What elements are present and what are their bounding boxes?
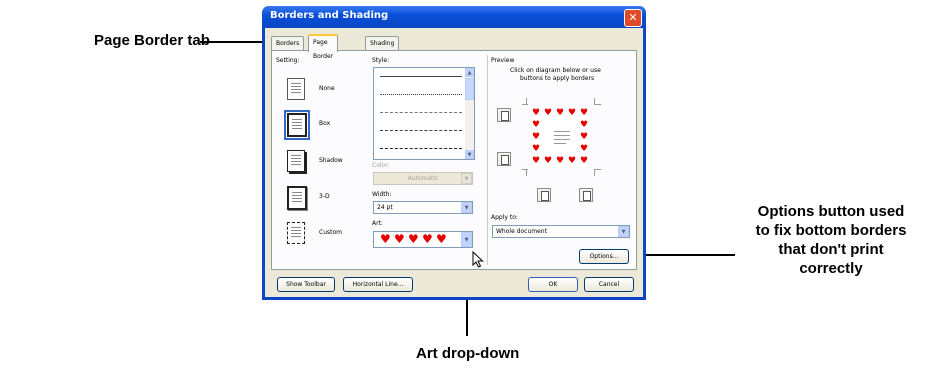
annotation-options-line2: to fix bottom borders bbox=[755, 222, 907, 239]
preview-divider bbox=[487, 55, 488, 265]
style-scrollbar[interactable]: ▲ ▼ bbox=[465, 68, 474, 159]
preview-hint-line1: Click on diagram below or use bbox=[510, 67, 601, 74]
heart-icon: ♥ bbox=[422, 232, 433, 246]
chevron-down-icon[interactable]: ▼ bbox=[618, 226, 629, 237]
tab-borders[interactable]: Borders bbox=[271, 36, 305, 51]
heart-icon: ♥ bbox=[580, 120, 589, 130]
heart-icon: ♥ bbox=[544, 156, 553, 166]
setting-custom-icon[interactable] bbox=[287, 222, 305, 244]
annotation-art-dropdown: Art drop-down bbox=[416, 345, 520, 362]
setting-custom-label[interactable]: Custom bbox=[319, 229, 342, 236]
setting-label: Setting: bbox=[276, 57, 300, 64]
apply-to-value: Whole document bbox=[496, 228, 547, 235]
color-label: Color: bbox=[372, 162, 390, 169]
style-label: Style: bbox=[372, 57, 390, 64]
chevron-down-icon[interactable]: ▼ bbox=[461, 232, 472, 247]
right-border-button[interactable] bbox=[579, 188, 593, 202]
art-dropdown[interactable]: ♥ ♥ ♥ ♥ ♥ ▼ bbox=[373, 231, 473, 248]
style-option-fine-dash[interactable] bbox=[380, 112, 462, 113]
scroll-up-icon[interactable]: ▲ bbox=[465, 68, 474, 77]
setting-none-icon[interactable] bbox=[287, 78, 305, 100]
style-option-dash[interactable] bbox=[380, 130, 462, 131]
style-option-single[interactable] bbox=[380, 76, 462, 77]
heart-icon: ♥ bbox=[532, 120, 541, 130]
style-option-dotted[interactable] bbox=[380, 94, 462, 95]
heart-icon: ♥ bbox=[408, 232, 419, 246]
annotation-options-line3: that don't print bbox=[778, 241, 884, 258]
apply-to-dropdown[interactable]: Whole document ▼ bbox=[492, 225, 630, 238]
heart-icon: ♥ bbox=[580, 144, 589, 154]
options-button[interactable]: Options... bbox=[579, 249, 629, 264]
art-label: Art: bbox=[372, 220, 383, 227]
heart-icon: ♥ bbox=[380, 232, 391, 246]
heart-icon: ♥ bbox=[532, 144, 541, 154]
preview-diagram[interactable]: ♥ ♥ ♥ ♥ ♥ ♥ ♥ ♥ ♥ ♥ ♥ ♥ ♥ ♥ ♥ ♥ bbox=[522, 95, 602, 179]
horizontal-line-button[interactable]: Horizontal Line... bbox=[343, 277, 413, 292]
setting-3d-icon[interactable] bbox=[287, 186, 307, 210]
borders-and-shading-dialog: Borders and Shading ✕ Borders Page Borde… bbox=[262, 6, 646, 300]
tab-shading[interactable]: Shading bbox=[365, 36, 400, 51]
left-border-button[interactable] bbox=[537, 188, 551, 202]
mouse-cursor-icon bbox=[472, 251, 484, 268]
ok-button[interactable]: OK bbox=[528, 277, 578, 292]
tab-page-border[interactable]: Page Border bbox=[308, 34, 339, 60]
heart-icon: ♥ bbox=[532, 132, 541, 142]
close-icon: ✕ bbox=[628, 11, 638, 24]
options-arrow-line bbox=[632, 254, 735, 256]
heart-icon: ♥ bbox=[568, 156, 577, 166]
heart-icon: ♥ bbox=[532, 108, 541, 118]
setting-box-label[interactable]: Box bbox=[319, 120, 330, 127]
heart-icon: ♥ bbox=[556, 108, 565, 118]
chevron-down-icon[interactable]: ▼ bbox=[461, 173, 472, 184]
style-listbox[interactable]: ▲ ▼ bbox=[373, 67, 475, 160]
heart-icon: ♥ bbox=[532, 156, 541, 166]
preview-label: Preview bbox=[491, 57, 515, 64]
dialog-body: Borders Page Border Shading Setting: Non… bbox=[265, 28, 643, 297]
style-option-dash-dot[interactable] bbox=[380, 148, 462, 149]
dialog-title: Borders and Shading bbox=[270, 10, 389, 21]
setting-none-label[interactable]: None bbox=[319, 85, 335, 92]
preview-hint-line2: buttons to apply borders bbox=[520, 75, 595, 82]
heart-icon: ♥ bbox=[436, 232, 447, 246]
width-value: 24 pt bbox=[377, 204, 393, 211]
scroll-down-icon[interactable]: ▼ bbox=[465, 150, 474, 159]
annotation-options-button: Options button used to fix bottom border… bbox=[720, 202, 942, 278]
annotation-options-line4: correctly bbox=[799, 260, 863, 277]
annotation-options-line1: Options button used bbox=[757, 203, 905, 220]
close-button[interactable]: ✕ bbox=[624, 9, 642, 27]
heart-icon: ♥ bbox=[580, 108, 589, 118]
setting-3d-label[interactable]: 3-D bbox=[319, 193, 330, 200]
scroll-thumb[interactable] bbox=[465, 78, 474, 100]
heart-icon: ♥ bbox=[544, 108, 553, 118]
color-dropdown[interactable]: Automatic ▼ bbox=[373, 172, 473, 185]
width-dropdown[interactable]: 24 pt ▼ bbox=[373, 201, 473, 214]
heart-icon: ♥ bbox=[580, 156, 589, 166]
show-toolbar-button[interactable]: Show Toolbar bbox=[277, 277, 335, 292]
bottom-border-button[interactable] bbox=[497, 152, 511, 166]
annotation-page-border-tab: Page Border tab bbox=[94, 32, 210, 49]
top-border-button[interactable] bbox=[497, 108, 511, 122]
heart-icon: ♥ bbox=[568, 108, 577, 118]
width-label: Width: bbox=[372, 191, 392, 198]
apply-to-label: Apply to: bbox=[491, 214, 518, 221]
color-value: Automatic bbox=[407, 175, 439, 182]
heart-icon: ♥ bbox=[394, 232, 405, 246]
setting-shadow-label[interactable]: Shadow bbox=[319, 157, 343, 164]
cancel-button[interactable]: Cancel bbox=[584, 277, 634, 292]
page-border-panel: Setting: None Box Shadow 3-D Custom Styl… bbox=[271, 50, 637, 270]
setting-box-icon[interactable] bbox=[284, 110, 310, 140]
title-bar: Borders and Shading ✕ bbox=[262, 6, 646, 28]
setting-shadow-icon[interactable] bbox=[287, 150, 305, 172]
heart-icon: ♥ bbox=[556, 156, 565, 166]
heart-icon: ♥ bbox=[580, 132, 589, 142]
chevron-down-icon[interactable]: ▼ bbox=[461, 202, 472, 213]
